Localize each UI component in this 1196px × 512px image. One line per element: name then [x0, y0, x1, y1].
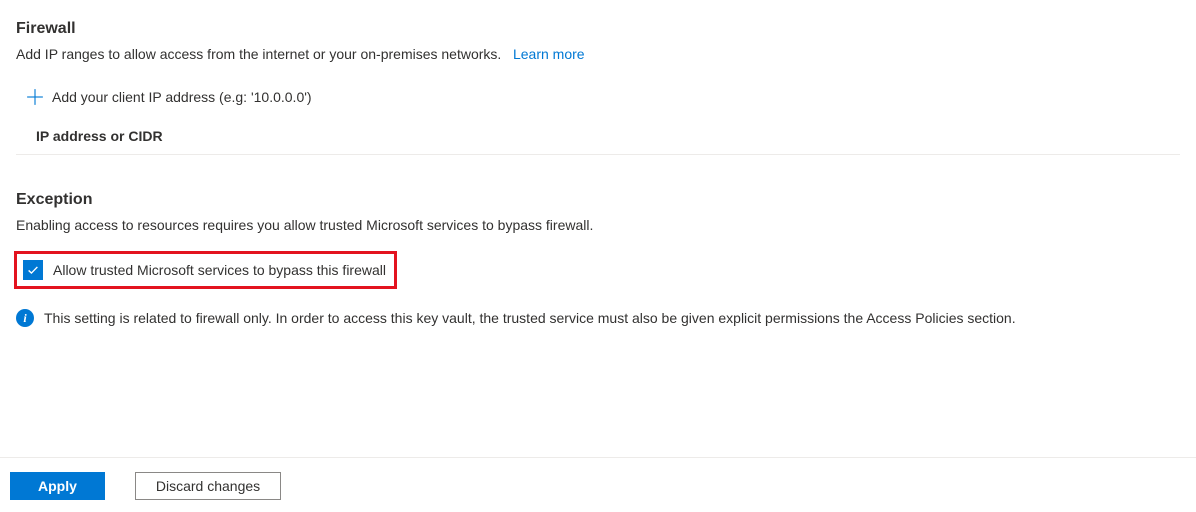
- info-row: i This setting is related to firewall on…: [16, 309, 1180, 327]
- info-icon: i: [16, 309, 34, 327]
- exception-description: Enabling access to resources requires yo…: [16, 217, 1180, 233]
- exception-heading: Exception: [16, 191, 1180, 209]
- discard-changes-button[interactable]: Discard changes: [135, 472, 281, 500]
- apply-button[interactable]: Apply: [10, 472, 105, 500]
- info-text: This setting is related to firewall only…: [44, 310, 1016, 326]
- allow-trusted-services-label: Allow trusted Microsoft services to bypa…: [53, 262, 386, 278]
- add-client-ip-button[interactable]: Add your client IP address (e.g: '10.0.0…: [16, 80, 1180, 118]
- add-client-ip-label: Add your client IP address (e.g: '10.0.0…: [52, 89, 312, 105]
- learn-more-link[interactable]: Learn more: [513, 46, 585, 62]
- allow-trusted-services-row: Allow trusted Microsoft services to bypa…: [14, 251, 397, 289]
- allow-trusted-services-checkbox[interactable]: [23, 260, 43, 280]
- footer: Apply Discard changes: [0, 457, 1196, 500]
- firewall-description: Add IP ranges to allow access from the i…: [16, 46, 1180, 62]
- firewall-section: Firewall Add IP ranges to allow access f…: [16, 20, 1180, 155]
- firewall-heading: Firewall: [16, 20, 1180, 38]
- firewall-description-text: Add IP ranges to allow access from the i…: [16, 46, 501, 62]
- ip-column-header: IP address or CIDR: [16, 118, 1180, 155]
- exception-section: Exception Enabling access to resources r…: [16, 191, 1180, 327]
- plus-icon: [26, 88, 44, 106]
